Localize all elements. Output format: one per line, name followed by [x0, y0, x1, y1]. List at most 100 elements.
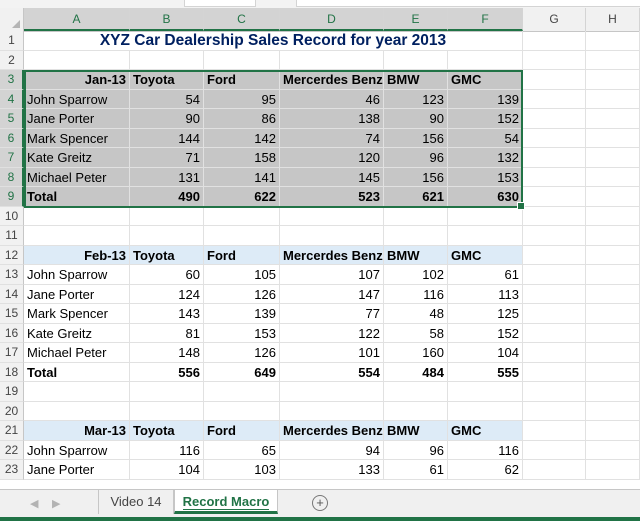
empty-cell[interactable] [523, 460, 586, 480]
empty-cell[interactable] [204, 206, 280, 226]
sales-value[interactable]: 147 [280, 284, 384, 304]
empty-cell[interactable] [523, 226, 586, 246]
sales-value[interactable]: 102 [384, 265, 448, 285]
sales-value[interactable]: 138 [280, 109, 384, 129]
brand-header[interactable]: Mercerdes Benz [280, 70, 384, 90]
empty-cell[interactable] [523, 401, 586, 421]
empty-cell[interactable] [24, 401, 130, 421]
salesperson-name[interactable]: John Sparrow [24, 89, 130, 109]
total-value[interactable]: 484 [384, 362, 448, 382]
sales-value[interactable]: 107 [280, 265, 384, 285]
row-header[interactable]: 4 [0, 89, 24, 109]
sales-value[interactable]: 153 [204, 323, 280, 343]
sales-value[interactable]: 116 [448, 440, 523, 460]
sales-value[interactable]: 105 [204, 265, 280, 285]
total-value[interactable]: 630 [448, 187, 523, 207]
total-value[interactable]: 621 [384, 187, 448, 207]
salesperson-name[interactable]: Mark Spencer [24, 128, 130, 148]
sales-value[interactable]: 61 [448, 265, 523, 285]
empty-cell[interactable] [204, 226, 280, 246]
empty-cell[interactable] [523, 323, 586, 343]
sales-value[interactable]: 144 [130, 128, 204, 148]
column-header-e[interactable]: E [384, 8, 448, 31]
sales-value[interactable]: 77 [280, 304, 384, 324]
sales-value[interactable]: 103 [204, 460, 280, 480]
sales-value[interactable]: 96 [384, 440, 448, 460]
row-header[interactable]: 13 [0, 265, 24, 285]
empty-cell[interactable] [586, 187, 640, 207]
sales-value[interactable]: 86 [204, 109, 280, 129]
row-header[interactable]: 11 [0, 226, 24, 246]
row-header[interactable]: 12 [0, 245, 24, 265]
empty-cell[interactable] [586, 284, 640, 304]
brand-header[interactable]: BMW [384, 70, 448, 90]
sales-value[interactable]: 152 [448, 109, 523, 129]
empty-cell[interactable] [204, 401, 280, 421]
sales-value[interactable]: 104 [448, 343, 523, 363]
empty-cell[interactable] [586, 323, 640, 343]
empty-cell[interactable] [586, 167, 640, 187]
right-arrow-icon[interactable]: ▶ [52, 497, 60, 510]
column-header-c[interactable]: C [204, 8, 280, 31]
sales-value[interactable]: 116 [130, 440, 204, 460]
row-header[interactable]: 20 [0, 401, 24, 421]
empty-cell[interactable] [523, 70, 586, 90]
column-header-a[interactable]: A [24, 8, 130, 31]
month-label[interactable]: Jan-13 [24, 70, 130, 90]
empty-cell[interactable] [130, 382, 204, 402]
empty-cell[interactable] [586, 245, 640, 265]
sales-value[interactable]: 71 [130, 148, 204, 168]
sales-value[interactable]: 153 [448, 167, 523, 187]
brand-header[interactable]: BMW [384, 421, 448, 441]
sales-value[interactable]: 131 [130, 167, 204, 187]
empty-cell[interactable] [586, 128, 640, 148]
empty-cell[interactable] [586, 304, 640, 324]
sales-value[interactable]: 120 [280, 148, 384, 168]
empty-cell[interactable] [280, 206, 384, 226]
empty-cell[interactable] [523, 148, 586, 168]
sales-value[interactable]: 65 [204, 440, 280, 460]
column-header-d[interactable]: D [280, 8, 384, 31]
empty-cell[interactable] [384, 382, 448, 402]
empty-cell[interactable] [130, 50, 204, 70]
brand-header[interactable]: Ford [204, 70, 280, 90]
empty-cell[interactable] [523, 382, 586, 402]
sales-value[interactable]: 46 [280, 89, 384, 109]
empty-cell[interactable] [448, 206, 523, 226]
sales-value[interactable]: 139 [204, 304, 280, 324]
sheet-title[interactable]: XYZ Car Dealership Sales Record for year… [24, 31, 523, 51]
salesperson-name[interactable]: Jane Porter [24, 460, 130, 480]
salesperson-name[interactable]: John Sparrow [24, 440, 130, 460]
empty-cell[interactable] [586, 109, 640, 129]
empty-cell[interactable] [586, 401, 640, 421]
sales-value[interactable]: 90 [130, 109, 204, 129]
empty-cell[interactable] [204, 50, 280, 70]
sales-value[interactable]: 145 [280, 167, 384, 187]
empty-cell[interactable] [586, 382, 640, 402]
empty-cell[interactable] [586, 265, 640, 285]
empty-cell[interactable] [523, 31, 586, 51]
spreadsheet-grid[interactable]: 1 XYZ Car Dealership Sales Record for yea… [0, 31, 640, 489]
sales-value[interactable]: 141 [204, 167, 280, 187]
empty-cell[interactable] [586, 343, 640, 363]
month-label[interactable]: Mar-13 [24, 421, 130, 441]
empty-cell[interactable] [523, 167, 586, 187]
total-value[interactable]: 490 [130, 187, 204, 207]
row-header[interactable]: 22 [0, 440, 24, 460]
row-header[interactable]: 3 [0, 70, 24, 90]
empty-cell[interactable] [384, 401, 448, 421]
total-value[interactable]: 555 [448, 362, 523, 382]
brand-header[interactable]: Ford [204, 245, 280, 265]
sales-value[interactable]: 113 [448, 284, 523, 304]
sales-value[interactable]: 160 [384, 343, 448, 363]
empty-cell[interactable] [384, 50, 448, 70]
sheet-tab-video-14[interactable]: Video 14 [98, 490, 174, 514]
sales-value[interactable]: 133 [280, 460, 384, 480]
empty-cell[interactable] [523, 362, 586, 382]
sales-value[interactable]: 61 [384, 460, 448, 480]
empty-cell[interactable] [523, 50, 586, 70]
sales-value[interactable]: 124 [130, 284, 204, 304]
empty-cell[interactable] [586, 226, 640, 246]
empty-cell[interactable] [24, 382, 130, 402]
row-header[interactable]: 17 [0, 343, 24, 363]
